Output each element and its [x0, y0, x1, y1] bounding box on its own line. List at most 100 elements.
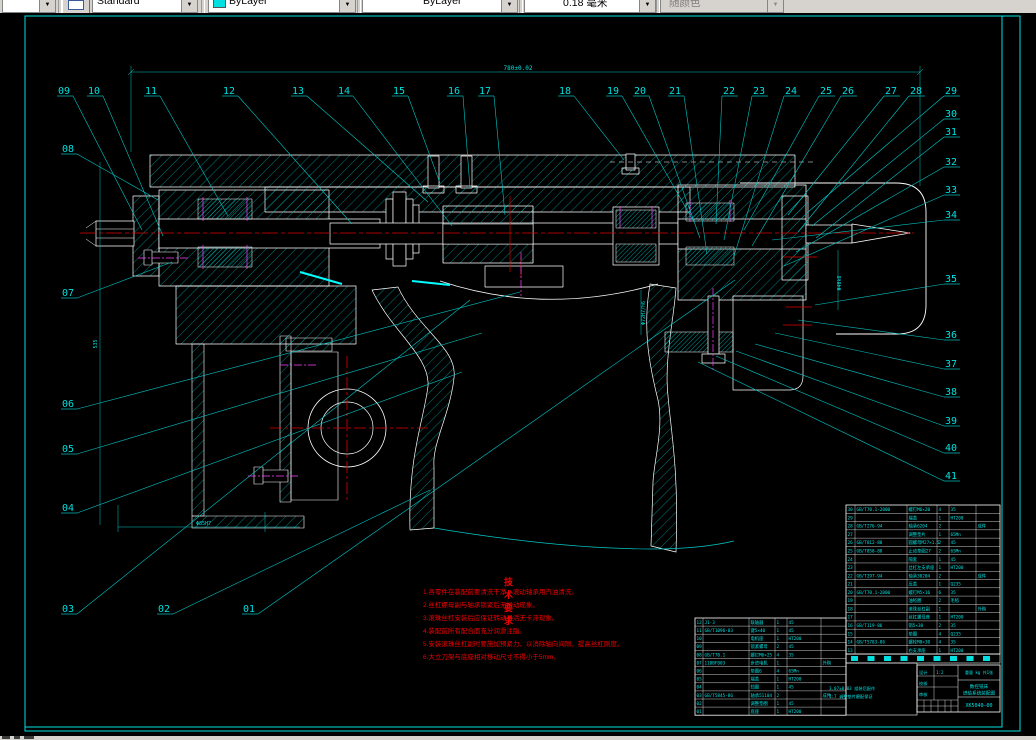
svg-text:34: 34	[945, 210, 957, 221]
svg-text:16: 16	[848, 623, 854, 629]
tech-requirement-item: 6.大立刀架与底座相对移动尺寸不得小于5mm。	[423, 654, 560, 661]
svg-text:轴承30204: 轴承30204	[909, 572, 931, 579]
svg-text:780±0.02: 780±0.02	[504, 65, 533, 72]
svg-text:HT200: HT200	[951, 648, 964, 654]
svg-text:底座: 底座	[751, 708, 760, 715]
chevron-down-icon[interactable]: ▼	[501, 0, 517, 12]
svg-text:隔套: 隔套	[909, 556, 918, 563]
tech-requirement-item: 2.丝杠螺母副与轴承锁紧后无松动现象。	[423, 602, 539, 609]
bom-table-left: 12 J1-3 联轴器 1 4511 GB/T1096-03 键5×40 1 4510 电机座 1 H…	[694, 617, 847, 716]
svg-text:21: 21	[669, 86, 681, 97]
color-combo[interactable]: ByLayer ▼	[208, 0, 356, 13]
svg-text:28: 28	[910, 86, 922, 97]
svg-text:右支承座: 右支承座	[909, 647, 927, 654]
chevron-down-icon[interactable]: ▼	[639, 0, 655, 12]
svg-text:1: 1	[939, 615, 942, 621]
svg-text:15: 15	[848, 631, 854, 637]
svg-text:18: 18	[848, 606, 854, 612]
svg-text:成件: 成件	[978, 523, 987, 530]
svg-text:锁紧螺母: 锁紧螺母	[751, 643, 769, 650]
svg-text:HT200: HT200	[951, 515, 964, 521]
plotstyle-combo[interactable]: 随颜色 ▼	[660, 0, 784, 13]
svg-text:GB/T119-86: GB/T119-86	[857, 623, 883, 629]
svg-text:HT200: HT200	[951, 615, 964, 621]
statusbar-mark	[24, 736, 34, 739]
layer-combo[interactable]: ▼	[2, 0, 56, 13]
housing-base	[175, 285, 357, 345]
svg-text:06: 06	[697, 669, 703, 675]
callout-04: 04	[61, 371, 463, 514]
svg-text:1: 1	[939, 557, 942, 563]
svg-text:HT200: HT200	[789, 636, 802, 642]
svg-text:05: 05	[62, 444, 74, 455]
toolbar-separator	[519, 0, 523, 13]
svg-text:端盖: 端盖	[751, 676, 760, 683]
svg-text:1: 1	[777, 685, 780, 691]
bearing	[615, 209, 657, 229]
tech-requirement-item: 1.各零件在装配前要清洗干净，滚动轴承用汽油清洗。	[423, 589, 578, 596]
svg-text:1: 1	[777, 620, 780, 626]
svg-text:审核: 审核	[919, 691, 928, 698]
svg-text:11: 11	[697, 628, 703, 634]
bom-row: 27 调整垫片 1 65Mn	[848, 531, 962, 538]
svg-text:1: 1	[777, 677, 780, 683]
svg-text:31: 31	[945, 127, 957, 138]
svg-text:Φ85H7: Φ85H7	[196, 521, 211, 527]
svg-text:40: 40	[945, 443, 957, 454]
svg-text:1: 1	[777, 701, 780, 707]
svg-text:步进电机: 步进电机	[751, 659, 769, 666]
svg-text:35: 35	[945, 274, 957, 285]
layer-manager-button[interactable]	[62, 0, 90, 13]
chevron-down-icon[interactable]: ▼	[181, 0, 197, 12]
svg-text:26: 26	[848, 540, 854, 546]
style-combo[interactable]: Standard ▼	[92, 0, 198, 13]
lineweight-combo[interactable]: 0.18 毫米 ▼	[524, 0, 656, 13]
statusbar-strip	[0, 736, 1036, 740]
svg-text:毛毡: 毛毡	[951, 597, 960, 604]
svg-text:17: 17	[479, 86, 491, 97]
svg-text:调整垫片: 调整垫片	[909, 531, 926, 538]
svg-text:丝杠左支承座: 丝杠左支承座	[909, 564, 935, 571]
svg-text:35: 35	[789, 652, 795, 658]
bom-row: 11 GB/T1096-03 键5×40 1 45	[697, 627, 795, 634]
linetype-combo[interactable]: ByLayer ▼	[362, 0, 518, 13]
svg-text:电机座: 电机座	[751, 635, 765, 642]
svg-text:挡圈: 挡圈	[751, 684, 760, 691]
svg-text:4: 4	[777, 669, 780, 675]
svg-text:2: 2	[939, 548, 942, 554]
linetype-combo-value: ByLayer	[423, 0, 462, 7]
svg-text:Q235: Q235	[951, 631, 962, 637]
svg-text:65Mn: 65Mn	[951, 532, 962, 538]
svg-text:1: 1	[939, 532, 942, 538]
layers-icon	[68, 0, 84, 10]
toolbar-separator	[357, 0, 361, 13]
bom-row: 07 110BF003 步进电机 1 外购	[697, 659, 832, 666]
svg-text:13: 13	[292, 86, 304, 97]
bom-table-right: 30 GB/T70.1-2000 螺钉M6×20 4 3529 端盖 1 HT20028 GB/…	[845, 504, 1001, 655]
tech-requirement-item: 5.安装滚珠丝杠副时要施加预紧力，以消除轴向间隙，提高丝杠刚度。	[423, 641, 624, 648]
svg-text:45: 45	[789, 685, 795, 691]
chevron-down-icon[interactable]: ▼	[39, 0, 55, 12]
worktable-plate	[149, 154, 796, 188]
svg-text:XK5040—00: XK5040—00	[965, 703, 992, 709]
svg-text:45: 45	[789, 644, 795, 650]
svg-text:25: 25	[848, 548, 854, 554]
screw-tip	[851, 223, 911, 244]
svg-text:丝杠螺母座: 丝杠螺母座	[909, 614, 931, 621]
svg-text:21: 21	[848, 582, 854, 588]
svg-text:10: 10	[697, 636, 703, 642]
svg-text:14: 14	[338, 86, 350, 97]
svg-text:27: 27	[848, 532, 854, 538]
bom-row: 26 GB/T812-88 圆螺母M27×1.5 2 45	[848, 539, 957, 546]
assembly-cross-section	[85, 153, 927, 553]
svg-text:30: 30	[945, 109, 957, 120]
svg-text:06: 06	[62, 399, 74, 410]
svg-text:18: 18	[559, 86, 571, 97]
svg-text:11: 11	[145, 86, 157, 97]
svg-text:07: 07	[697, 660, 703, 666]
svg-text:01: 01	[697, 709, 703, 715]
svg-text:08: 08	[62, 144, 74, 155]
bom-row: 30 GB/T70.1-2000 螺钉M6×20 4 35	[848, 506, 957, 513]
chevron-down-icon[interactable]: ▼	[339, 0, 355, 12]
svg-text:滚珠丝杠副: 滚珠丝杠副	[909, 605, 930, 612]
